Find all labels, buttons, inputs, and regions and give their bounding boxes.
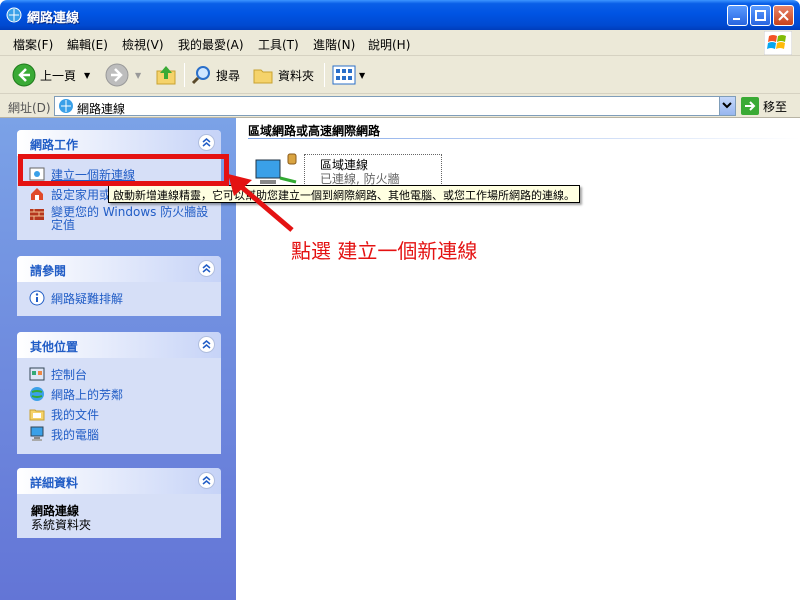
address-input[interactable]: 網路連線	[54, 96, 736, 116]
address-bar: 網址(D) 網路連線 移至	[0, 94, 800, 118]
network-tasks-title: 網路工作	[30, 138, 79, 152]
chevron-up-icon	[202, 340, 211, 349]
home-network-link[interactable]: 設定家用或	[29, 186, 111, 203]
menu-advanced[interactable]: 進階(N)	[313, 36, 355, 53]
maximize-icon	[755, 10, 766, 21]
toolbar-separator	[324, 63, 325, 87]
home-network-icon	[31, 188, 43, 200]
collapse-button[interactable]	[198, 472, 215, 489]
views-icon	[332, 65, 356, 85]
menu-favorites[interactable]: 我的最愛(A)	[178, 36, 244, 53]
toolbar: 上一頁 ▼ ▼ 搜尋 資料夾 ▼	[0, 56, 800, 94]
tooltip: 啟動新增連線精靈，它可以幫助您建立一個到網際網路、其他電腦、或您工作場所網路的連…	[108, 185, 580, 203]
other-places-panel: 其他位置 控制台 網路上的芳鄰 我的文件 我的電腦	[17, 332, 221, 454]
group-divider	[248, 138, 800, 139]
menu-view[interactable]: 檢視(V)	[122, 36, 164, 53]
chevron-up-icon	[202, 264, 211, 273]
back-arrow-icon	[12, 63, 36, 87]
other-places-header[interactable]: 其他位置	[17, 332, 221, 358]
annotation-text: 點選 建立一個新連線	[291, 239, 478, 263]
highlight-box	[18, 154, 229, 186]
toolbar-separator	[184, 63, 185, 87]
firewall-icon	[30, 209, 44, 220]
chevron-down-icon	[722, 102, 732, 109]
go-label: 移至	[763, 99, 788, 114]
see-also-header[interactable]: 請參閱	[17, 256, 221, 282]
my-computer-link[interactable]: 我的電腦	[29, 426, 99, 443]
control-panel-label: 控制台	[51, 368, 88, 382]
details-title: 詳細資料	[30, 476, 79, 490]
network-tasks-header[interactable]: 網路工作	[17, 130, 221, 156]
forward-arrow-icon	[105, 63, 129, 87]
search-label: 搜尋	[216, 68, 241, 83]
address-value: 網路連線	[77, 102, 126, 116]
title-bar: 網路連線	[0, 0, 800, 30]
my-computer-label: 我的電腦	[51, 428, 100, 442]
computer-icon	[30, 426, 44, 441]
see-also-title: 請參閱	[30, 264, 67, 278]
go-button[interactable]: 移至	[741, 97, 787, 115]
collapse-button[interactable]	[198, 336, 215, 353]
windows-logo-icon	[764, 31, 792, 55]
firewall-settings-link[interactable]: 變更您的 Windows 防火牆設 定值	[29, 206, 219, 232]
collapse-button[interactable]	[198, 134, 215, 151]
network-connections-icon	[6, 7, 22, 23]
search-icon	[191, 66, 210, 85]
control-panel-icon	[29, 367, 45, 381]
menu-bar: 檔案(F) 編輯(E) 檢視(V) 我的最愛(A) 工具(T) 進階(N) 說明…	[0, 30, 800, 56]
network-troubleshooter-label: 網路疑難排解	[51, 292, 124, 306]
minimize-button[interactable]	[727, 5, 748, 26]
folder-icon	[29, 409, 45, 421]
my-documents-link[interactable]: 我的文件	[29, 406, 99, 423]
details-panel: 詳細資料 網路連線 系統資料夾	[17, 468, 221, 538]
menu-edit[interactable]: 編輯(E)	[67, 36, 108, 53]
folders-icon	[253, 69, 273, 84]
minimize-icon	[733, 18, 740, 20]
views-button[interactable]: ▼	[332, 62, 365, 88]
network-places-link[interactable]: 網路上的芳鄰	[29, 386, 123, 403]
search-button[interactable]: 搜尋	[190, 62, 240, 88]
my-documents-label: 我的文件	[51, 408, 100, 422]
folders-button[interactable]: 資料夾	[252, 62, 314, 88]
close-button[interactable]	[773, 5, 794, 26]
info-icon	[29, 290, 45, 306]
chevron-up-icon	[202, 476, 211, 485]
chevron-up-icon	[202, 138, 211, 147]
globe-icon	[30, 387, 44, 401]
menu-help[interactable]: 說明(H)	[368, 36, 410, 53]
home-network-label: 設定家用或	[51, 188, 112, 202]
collapse-button[interactable]	[198, 260, 215, 277]
go-arrow-icon	[741, 97, 759, 115]
folders-label: 資料夾	[278, 68, 315, 83]
maximize-button[interactable]	[750, 5, 771, 26]
control-panel-link[interactable]: 控制台	[29, 366, 87, 383]
back-dropdown-icon[interactable]: ▼	[84, 71, 90, 80]
forward-button[interactable]: ▼	[105, 62, 141, 88]
menu-file[interactable]: 檔案(F)	[13, 36, 53, 53]
menu-tools[interactable]: 工具(T)	[258, 36, 299, 53]
up-folder-button[interactable]	[154, 62, 178, 88]
forward-dropdown-icon[interactable]: ▼	[135, 71, 141, 80]
details-type: 系統資料夾	[31, 518, 92, 532]
see-also-panel: 請參閱 網路疑難排解	[17, 256, 221, 316]
views-dropdown-icon: ▼	[359, 70, 366, 80]
up-folder-icon	[156, 66, 176, 85]
network-troubleshooter-link[interactable]: 網路疑難排解	[29, 290, 123, 307]
back-label: 上一頁	[40, 68, 77, 83]
address-dropdown-button[interactable]	[719, 97, 735, 115]
address-label: 網址(D)	[8, 101, 51, 115]
close-icon	[778, 10, 789, 21]
other-places-title: 其他位置	[30, 340, 79, 354]
firewall-settings-label: 變更您的 Windows 防火牆設 定值	[51, 205, 209, 232]
window-title: 網路連線	[27, 11, 80, 26]
network-connections-icon	[59, 99, 73, 113]
group-header: 區域網路或高速網際網路	[248, 124, 381, 138]
back-button[interactable]: 上一頁 ▼	[12, 62, 90, 88]
network-places-label: 網路上的芳鄰	[51, 388, 124, 402]
annotation-arrow-icon	[228, 174, 294, 232]
details-header[interactable]: 詳細資料	[17, 468, 221, 494]
